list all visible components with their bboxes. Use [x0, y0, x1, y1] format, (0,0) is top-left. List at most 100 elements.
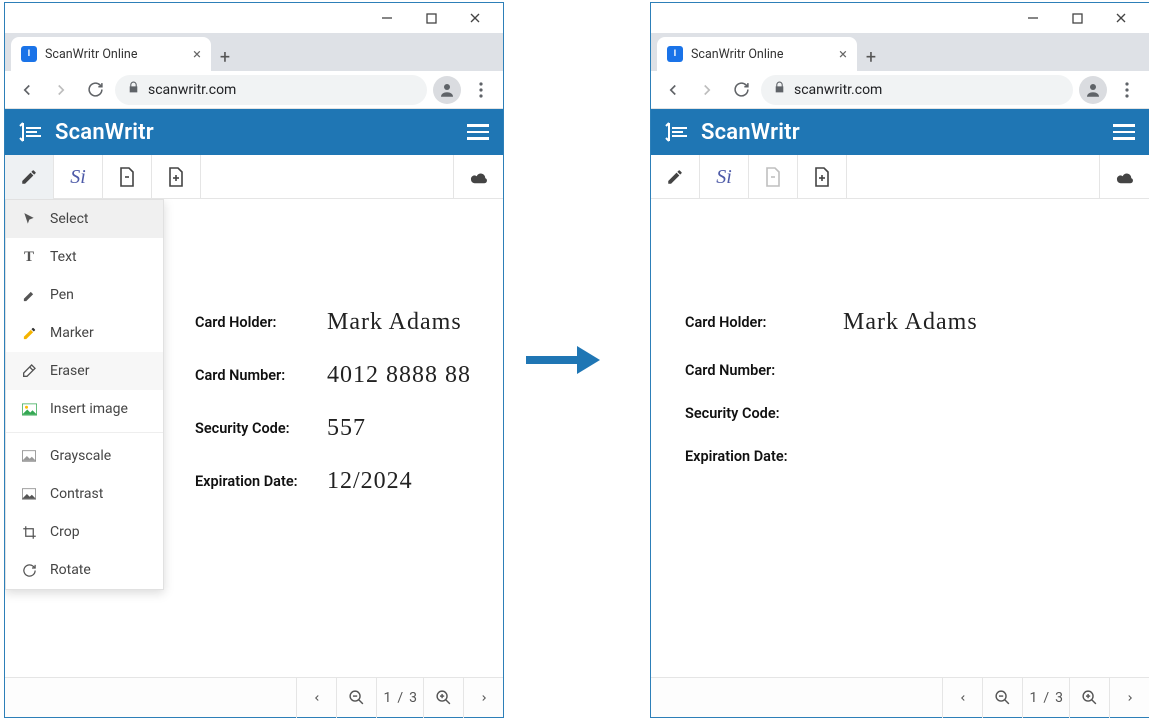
app-brand: ScanWritr — [701, 120, 1101, 145]
omnibox[interactable]: scanwritr.com — [115, 75, 427, 105]
label-security-code: Security Code: — [685, 405, 835, 422]
form-row: Card Holder: Mark Adams — [685, 309, 1149, 336]
pager-prev-button[interactable] — [296, 678, 336, 718]
toolbar-spacer — [201, 155, 454, 198]
browser-menu-button[interactable] — [467, 82, 495, 98]
window-before: I ScanWritr Online × + scanwritr.com Sca… — [4, 2, 504, 718]
omnibox-url: scanwritr.com — [794, 82, 882, 98]
lock-icon — [127, 81, 140, 98]
nav-back-button[interactable] — [13, 76, 41, 104]
value-security-code[interactable]: 557 — [327, 415, 366, 442]
tool-cloud-button[interactable] — [1100, 155, 1149, 199]
value-card-holder[interactable]: Mark Adams — [327, 309, 462, 336]
tool-edit-button[interactable] — [651, 155, 700, 199]
app-menu-button[interactable] — [1113, 124, 1135, 140]
tab-close-icon[interactable]: × — [193, 45, 201, 63]
window-minimize-button[interactable] — [365, 3, 409, 33]
form-row: Card Number: 4012 8888 88 — [195, 362, 503, 389]
form-row: Card Number: — [685, 362, 1149, 379]
pager-footer: 1 / 3 — [5, 677, 503, 717]
eraser-icon — [20, 363, 38, 379]
app-logo-icon — [665, 120, 689, 144]
page-indicator: 1 / 3 — [1022, 678, 1069, 718]
menu-item-contrast[interactable]: Contrast — [6, 475, 163, 513]
value-card-number[interactable]: 4012 8888 88 — [327, 362, 471, 389]
menu-item-crop[interactable]: Crop — [6, 513, 163, 551]
page-sep: / — [1043, 690, 1049, 706]
favicon-icon: I — [667, 46, 683, 62]
tool-add-page-button[interactable] — [798, 155, 847, 199]
menu-item-rotate[interactable]: Rotate — [6, 551, 163, 589]
tab-title: ScanWritr Online — [691, 47, 831, 62]
profile-avatar[interactable] — [433, 76, 461, 104]
pager-next-button[interactable] — [463, 678, 503, 718]
tool-page-button[interactable] — [103, 155, 152, 199]
menu-item-pen[interactable]: Pen — [6, 276, 163, 314]
lock-icon — [773, 81, 786, 98]
cursor-icon — [20, 212, 38, 226]
menu-item-select[interactable]: Select — [6, 200, 163, 238]
app-header: ScanWritr — [651, 109, 1149, 155]
nav-reload-button[interactable] — [81, 76, 109, 104]
pager-next-button[interactable] — [1109, 678, 1149, 718]
rotate-icon — [20, 563, 38, 578]
menu-item-insert-image[interactable]: Insert image — [6, 390, 163, 428]
tool-edit-button[interactable] — [5, 155, 54, 199]
browser-tab[interactable]: I ScanWritr Online × — [657, 37, 857, 71]
window-maximize-button[interactable] — [409, 3, 453, 33]
form-row: Expiration Date: 12/2024 — [195, 468, 503, 495]
label-expiration-date: Expiration Date: — [685, 448, 835, 465]
grayscale-icon — [20, 450, 38, 462]
marker-icon — [20, 326, 38, 341]
menu-item-label: Text — [50, 249, 77, 265]
browser-tab[interactable]: I ScanWritr Online × — [11, 37, 211, 71]
nav-reload-button[interactable] — [727, 76, 755, 104]
tool-signature-button[interactable]: Si — [54, 155, 103, 199]
omnibox-url: scanwritr.com — [148, 82, 236, 98]
tool-signature-button[interactable]: Si — [700, 155, 749, 199]
nav-forward-button[interactable] — [47, 76, 75, 104]
label-card-number: Card Number: — [685, 362, 835, 379]
crop-icon — [20, 525, 38, 540]
canvas-area[interactable]: Card Holder: Mark Adams Card Number: Sec… — [651, 199, 1149, 677]
tool-page-button[interactable] — [749, 155, 798, 199]
window-close-button[interactable] — [453, 3, 497, 33]
window-maximize-button[interactable] — [1055, 3, 1099, 33]
window-minimize-button[interactable] — [1011, 3, 1055, 33]
menu-item-grayscale[interactable]: Grayscale — [6, 437, 163, 475]
menu-item-marker[interactable]: Marker — [6, 314, 163, 352]
nav-forward-button[interactable] — [693, 76, 721, 104]
menu-item-label: Grayscale — [50, 448, 111, 464]
app-logo-icon — [19, 120, 43, 144]
app-menu-button[interactable] — [467, 124, 489, 140]
value-expiration-date[interactable]: 12/2024 — [327, 468, 413, 495]
zoom-in-button[interactable] — [1069, 678, 1109, 718]
pager-prev-button[interactable] — [942, 678, 982, 718]
browser-menu-button[interactable] — [1113, 82, 1141, 98]
edit-dropdown: Select T Text Pen Marker Eraser Insert i… — [5, 199, 164, 590]
value-card-holder[interactable]: Mark Adams — [843, 309, 978, 336]
tool-add-page-button[interactable] — [152, 155, 201, 199]
nav-back-button[interactable] — [659, 76, 687, 104]
menu-item-eraser[interactable]: Eraser — [6, 352, 163, 390]
form-row: Expiration Date: — [685, 448, 1149, 465]
omnibox[interactable]: scanwritr.com — [761, 75, 1073, 105]
zoom-out-button[interactable] — [982, 678, 1022, 718]
canvas-area[interactable]: Select T Text Pen Marker Eraser Insert i… — [5, 199, 503, 677]
favicon-icon: I — [21, 46, 37, 62]
menu-item-label: Crop — [50, 524, 80, 540]
zoom-in-button[interactable] — [423, 678, 463, 718]
browser-tabstrip: I ScanWritr Online × + — [651, 33, 1149, 71]
tab-close-icon[interactable]: × — [839, 45, 847, 63]
profile-avatar[interactable] — [1079, 76, 1107, 104]
contrast-icon — [20, 488, 38, 500]
new-tab-button[interactable]: + — [211, 43, 239, 71]
menu-item-text[interactable]: T Text — [6, 238, 163, 276]
form-row: Card Holder: Mark Adams — [195, 309, 503, 336]
new-tab-button[interactable]: + — [857, 43, 885, 71]
browser-urlbar: scanwritr.com — [5, 71, 503, 109]
zoom-out-button[interactable] — [336, 678, 376, 718]
window-close-button[interactable] — [1099, 3, 1143, 33]
tool-cloud-button[interactable] — [454, 155, 503, 199]
label-card-holder: Card Holder: — [685, 314, 835, 331]
